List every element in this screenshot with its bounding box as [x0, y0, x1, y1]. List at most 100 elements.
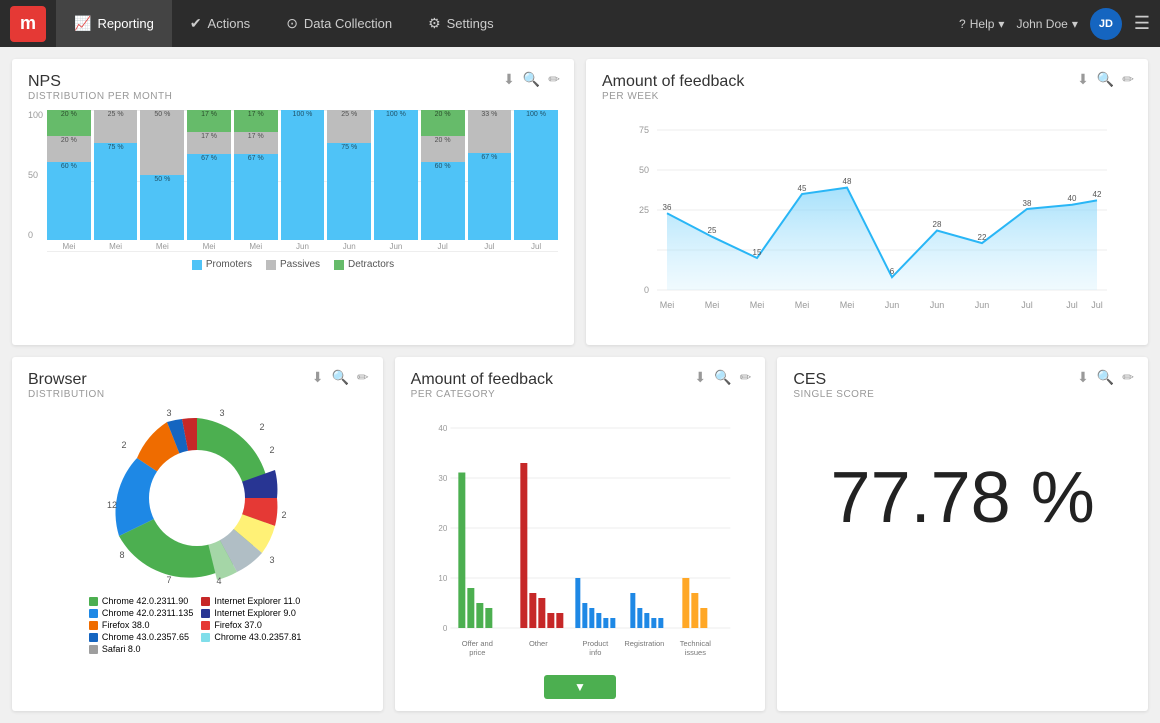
zoom-icon[interactable]: 🔍: [1097, 71, 1114, 88]
download-icon[interactable]: ⬇: [694, 369, 706, 386]
bar-segment: 17 %: [187, 132, 231, 154]
svg-text:Mei: Mei: [705, 300, 720, 310]
legend-ie9: Internet Explorer 9.0: [201, 608, 305, 618]
browser-actions: ⬇ 🔍 ✏: [312, 369, 369, 386]
svg-text:Jul: Jul: [1091, 300, 1103, 310]
download-icon[interactable]: ⬇: [1077, 369, 1089, 386]
legend-ie11: Internet Explorer 11.0: [201, 596, 305, 606]
svg-text:36: 36: [663, 203, 672, 212]
brand-logo: m: [10, 6, 46, 42]
nps-bar-group: 100 %: [514, 110, 558, 240]
browser-donut-chart: 2 2 3 3 2 12 8 7 4 3 2: [107, 408, 287, 588]
edit-icon[interactable]: ✏: [1122, 369, 1134, 386]
bar-segment: 17 %: [234, 110, 278, 132]
feedback-category-actions: ⬇ 🔍 ✏: [694, 369, 751, 386]
svg-text:3: 3: [220, 408, 225, 418]
svg-text:40: 40: [438, 424, 447, 433]
nps-legend: Promoters Passives Detractors: [28, 259, 558, 270]
feedback-week-subtitle: PER WEEK: [602, 91, 1132, 102]
svg-text:25: 25: [708, 226, 717, 235]
svg-text:Other: Other: [529, 639, 548, 648]
download-icon[interactable]: ⬇: [1077, 71, 1089, 88]
svg-text:15: 15: [753, 248, 762, 257]
nav-items: 📈 Reporting ✔ Actions ⊙ Data Collection …: [56, 0, 959, 47]
zoom-icon[interactable]: 🔍: [1097, 369, 1114, 386]
svg-text:42: 42: [1093, 190, 1102, 199]
zoom-icon[interactable]: 🔍: [714, 369, 731, 386]
download-icon[interactable]: ⬇: [503, 71, 515, 88]
avatar[interactable]: JD: [1090, 8, 1122, 40]
bar-segment: 50 %: [140, 175, 184, 240]
bar-segment: 75 %: [94, 143, 138, 241]
nps-bar-group: 67 %33 %: [468, 110, 512, 240]
bar-segment: 67 %: [468, 153, 512, 240]
hamburger-icon[interactable]: ☰: [1134, 13, 1150, 34]
bar-segment: 20 %: [47, 110, 91, 136]
legend-promoters: Promoters: [192, 259, 252, 270]
view-more-button[interactable]: ▼: [544, 675, 616, 699]
svg-text:Registration: Registration: [624, 639, 664, 648]
bar-segment: 20 %: [421, 136, 465, 162]
download-icon[interactable]: ⬇: [312, 369, 324, 386]
svg-text:22: 22: [978, 233, 987, 242]
ces-score-value: 77.78 %: [793, 408, 1132, 588]
zoom-icon[interactable]: 🔍: [331, 369, 348, 386]
svg-text:Jun: Jun: [885, 300, 900, 310]
chevron-down-icon: ▾: [998, 17, 1004, 31]
legend-chrome3: Chrome 43.0.2357.65: [89, 632, 193, 642]
svg-text:2: 2: [260, 422, 265, 432]
user-menu[interactable]: John Doe ▾: [1016, 17, 1077, 31]
feedback-line-chart: 75 50 25 0 36 25 15 45 48 6 28 22: [602, 110, 1132, 330]
nav-item-settings[interactable]: ⚙ Settings: [410, 0, 512, 47]
feedback-week-actions: ⬇ 🔍 ✏: [1077, 71, 1134, 88]
edit-icon[interactable]: ✏: [357, 369, 369, 386]
nps-actions: ⬇ 🔍 ✏: [503, 71, 560, 88]
svg-text:Jun: Jun: [975, 300, 990, 310]
svg-text:Mei: Mei: [750, 300, 765, 310]
legend-detractors: Detractors: [334, 259, 394, 270]
edit-icon[interactable]: ✏: [740, 369, 752, 386]
bar-segment: 50 %: [140, 110, 184, 175]
ces-subtitle: SINGLE SCORE: [793, 389, 1132, 400]
gear-icon: ⚙: [428, 15, 441, 32]
ces-actions: ⬇ 🔍 ✏: [1077, 369, 1134, 386]
nps-bar-group: 75 %25 %: [327, 110, 371, 240]
svg-text:38: 38: [1023, 199, 1032, 208]
legend-chrome4: Chrome 43.0.2357.81: [201, 632, 305, 642]
edit-icon[interactable]: ✏: [548, 71, 560, 88]
svg-text:2: 2: [122, 440, 127, 450]
check-icon: ✔: [190, 15, 202, 32]
bar-segment: 75 %: [327, 143, 371, 241]
svg-text:Technical: Technical: [679, 639, 711, 648]
feedback-category-panel: Amount of feedback PER CATEGORY ⬇ 🔍 ✏ 40…: [395, 357, 766, 711]
nav-item-actions[interactable]: ✔ Actions: [172, 0, 268, 47]
edit-icon[interactable]: ✏: [1122, 71, 1134, 88]
legend-ff38: Firefox 38.0: [89, 620, 193, 630]
nps-panel: NPS DISTRIBUTION PER MONTH ⬇ 🔍 ✏ 100 50 …: [12, 59, 574, 345]
bar-segment: 100 %: [281, 110, 325, 240]
svg-text:Jun: Jun: [930, 300, 945, 310]
dashboard-bottom: Browser DISTRIBUTION ⬇ 🔍 ✏: [12, 357, 1148, 711]
svg-text:7: 7: [167, 575, 172, 585]
nav-right: ? Help ▾ John Doe ▾ JD ☰: [959, 8, 1150, 40]
feedback-week-title: Amount of feedback: [602, 73, 1132, 91]
passives-color: [266, 260, 276, 270]
svg-text:3: 3: [270, 555, 275, 565]
svg-text:30: 30: [438, 474, 447, 483]
bar-segment: 17 %: [234, 132, 278, 154]
svg-text:2: 2: [282, 510, 287, 520]
navbar: m 📈 Reporting ✔ Actions ⊙ Data Collectio…: [0, 0, 1160, 47]
browser-panel: Browser DISTRIBUTION ⬇ 🔍 ✏: [12, 357, 383, 711]
nav-item-reporting[interactable]: 📈 Reporting: [56, 0, 172, 47]
nps-bar-group: 67 %17 %17 %: [187, 110, 231, 240]
nav-item-datacollection[interactable]: ⊙ Data Collection: [268, 0, 410, 47]
help-button[interactable]: ? Help ▾: [959, 17, 1004, 31]
zoom-icon[interactable]: 🔍: [523, 71, 540, 88]
nps-title: NPS: [28, 73, 558, 91]
svg-text:48: 48: [843, 177, 852, 186]
help-icon: ?: [959, 17, 966, 31]
nps-subtitle: DISTRIBUTION PER MONTH: [28, 91, 558, 102]
svg-text:75: 75: [639, 125, 649, 135]
dashboard: NPS DISTRIBUTION PER MONTH ⬇ 🔍 ✏ 100 50 …: [0, 47, 1160, 723]
bar-segment: 100 %: [374, 110, 418, 240]
